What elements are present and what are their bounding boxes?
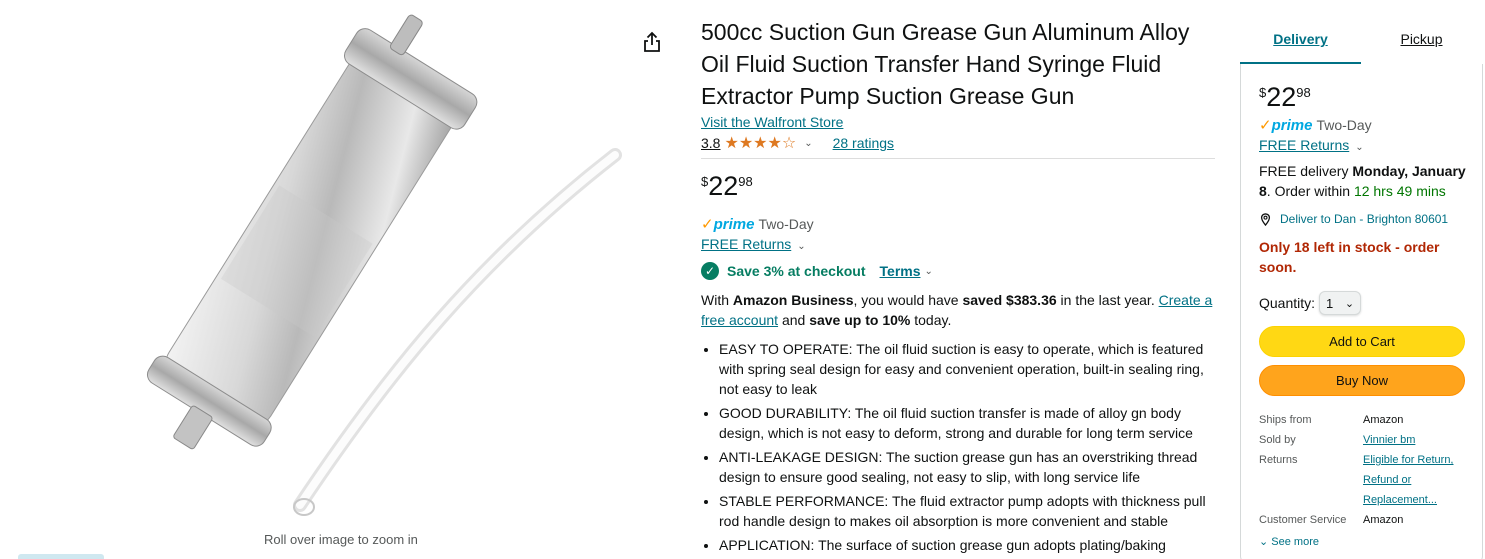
terms-link[interactable]: Terms [880, 263, 921, 279]
free-returns[interactable]: FREE Returns ⌄ [701, 236, 1215, 252]
prime-label: Two-Day [1316, 117, 1372, 133]
returns-link[interactable]: Eligible for Return, Refund or Replaceme… [1363, 450, 1463, 510]
quantity-row: Quantity: 1 ⌄ [1259, 291, 1482, 315]
info-row: Returns Eligible for Return, Refund or R… [1259, 450, 1482, 510]
product-title: 500cc Suction Gun Grease Gun Aluminum Al… [701, 19, 1190, 109]
price-whole: 22 [708, 171, 739, 201]
business-saved: saved $383.36 [962, 292, 1057, 308]
rating-value[interactable]: 3.8 [701, 135, 720, 151]
tab-delivery[interactable]: Delivery [1240, 28, 1361, 64]
quantity-value: 1 [1326, 295, 1334, 311]
info-row: Sold by Vinnier bm [1259, 430, 1482, 450]
price-symbol: $ [1259, 85, 1267, 100]
business-text: With [701, 292, 733, 308]
delivery-prefix: FREE delivery [1259, 163, 1353, 179]
chevron-down-icon: ⌄ [1344, 297, 1355, 310]
info-label: Ships from [1259, 414, 1312, 426]
chevron-down-icon[interactable]: ⌄ [1355, 142, 1363, 153]
buybox-tabs: Delivery Pickup [1240, 28, 1482, 64]
info-label: Customer Service [1259, 514, 1347, 526]
prime-label: Two-Day [758, 216, 814, 232]
stock-warning: Only 18 left in stock - order soon. [1259, 239, 1440, 275]
feature-bullet: APPLICATION: The surface of suction grea… [719, 535, 1215, 555]
feature-bullet: ANTI-LEAKAGE DESIGN: The suction grease … [719, 447, 1215, 487]
share-icon[interactable] [640, 30, 664, 54]
savings-text: Save 3% at checkout [727, 263, 866, 279]
prime-badge: ✓ prime Two-Day [701, 215, 1215, 234]
feature-bullet: STABLE PERFORMANCE: The fluid extractor … [719, 491, 1215, 531]
divider [701, 158, 1215, 159]
check-circle-icon: ✓ [701, 262, 719, 280]
buybox-price: $ 22 98 [1259, 82, 1482, 112]
image-column: Roll over image to zoom in [0, 0, 680, 559]
info-label: Returns [1259, 454, 1298, 466]
seller-info: Ships from Amazon Sold by Vinnier bm Ret… [1259, 410, 1482, 552]
info-value: Amazon [1363, 414, 1404, 426]
feature-bullet: EASY TO OPERATE: The oil fluid suction i… [719, 339, 1215, 399]
deliver-to-link[interactable]: Deliver to Dan - Brighton 80601 [1259, 212, 1482, 226]
deliver-to-text[interactable]: Deliver to Dan - Brighton 80601 [1280, 212, 1448, 226]
delivery-countdown: 12 hrs 49 mins [1353, 183, 1446, 199]
price-fraction: 98 [738, 174, 753, 189]
business-text: and [778, 312, 810, 328]
free-returns[interactable]: FREE Returns ⌄ [1259, 137, 1482, 153]
feature-bullet: GOOD DURABILITY: The oil fluid suction t… [719, 403, 1215, 443]
thumbnail-strip[interactable] [18, 554, 104, 559]
business-upto: save up to 10% [809, 312, 911, 328]
info-value: Amazon [1363, 514, 1404, 526]
info-row: Ships from Amazon [1259, 410, 1482, 430]
price-whole: 22 [1266, 82, 1297, 112]
price: $ 22 98 [701, 171, 1215, 201]
see-more-text[interactable]: See more [1271, 536, 1319, 548]
business-brand: Amazon Business [732, 292, 854, 308]
buybox: $ 22 98 ✓ prime Two-Day FREE Returns ⌄ FR… [1240, 64, 1483, 559]
seller-link[interactable]: Vinnier bm [1363, 430, 1463, 450]
add-to-cart-button[interactable]: Add to Cart [1259, 326, 1465, 357]
business-text: today. [910, 312, 952, 328]
business-offer: With Amazon Business, you would have sav… [701, 290, 1215, 330]
location-pin-icon [1260, 212, 1271, 226]
price-fraction: 98 [1296, 85, 1311, 100]
savings-row: ✓ Save 3% at checkout Terms ⌄ [701, 262, 1215, 280]
quantity-label: Quantity: [1259, 295, 1316, 311]
feature-bullets: EASY TO OPERATE: The oil fluid suction i… [701, 339, 1215, 555]
tab-pickup[interactable]: Pickup [1361, 28, 1482, 64]
business-text: in the last year. [1056, 292, 1159, 308]
free-returns-link[interactable]: FREE Returns [1259, 137, 1349, 153]
info-row: Customer Service Amazon [1259, 510, 1482, 530]
chevron-down-icon[interactable]: ⌄ [797, 241, 805, 252]
delivery-info: FREE delivery Monday, January 8. Order w… [1259, 161, 1469, 201]
star-rating-icon[interactable]: ★★★★☆ [724, 133, 796, 153]
zoom-hint: Roll over image to zoom in [264, 532, 418, 547]
quantity-select[interactable]: 1 ⌄ [1319, 291, 1362, 315]
chevron-down-icon[interactable]: ⌄ [804, 138, 812, 149]
see-more-link[interactable]: ⌄ See more [1259, 532, 1482, 552]
chevron-down-icon[interactable]: ⌄ [925, 266, 933, 277]
free-returns-link[interactable]: FREE Returns [701, 236, 791, 252]
buy-now-button[interactable]: Buy Now [1259, 365, 1465, 396]
prime-logo: prime [713, 215, 755, 233]
product-image[interactable] [60, 10, 640, 525]
price-symbol: $ [701, 174, 709, 189]
business-text: , you would have [853, 292, 963, 308]
prime-badge: ✓ prime Two-Day [1259, 116, 1482, 135]
delivery-mid: . Order within [1266, 183, 1354, 199]
prime-check-icon: ✓ [1259, 117, 1272, 134]
store-link[interactable]: Visit the Walfront Store [701, 114, 843, 130]
rating-row: 3.8 ★★★★☆ ⌄ 28 ratings [701, 133, 1215, 153]
prime-logo: prime [1271, 116, 1313, 134]
ratings-count-link[interactable]: 28 ratings [833, 135, 894, 151]
prime-check-icon: ✓ [701, 216, 714, 233]
product-details: 500cc Suction Gun Grease Gun Aluminum Al… [701, 16, 1215, 559]
info-label: Sold by [1259, 434, 1296, 446]
